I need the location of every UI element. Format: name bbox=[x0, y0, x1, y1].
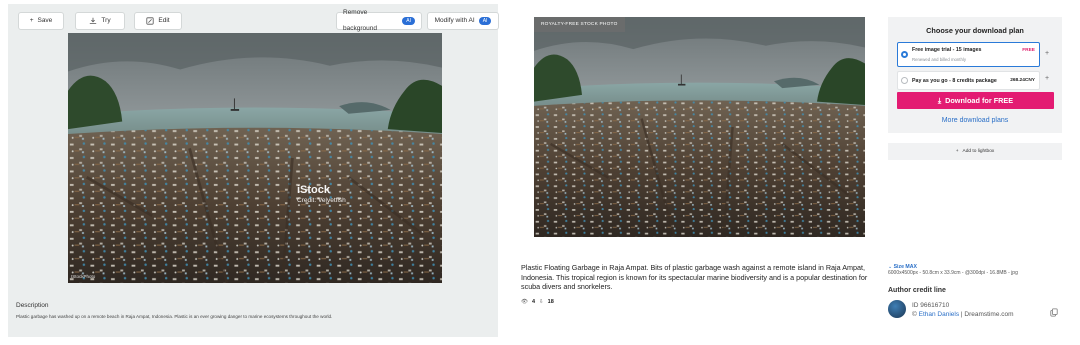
download-plan-box: Choose your download plan Free image tri… bbox=[888, 17, 1062, 133]
plus-icon: + bbox=[955, 149, 959, 154]
photo-image bbox=[534, 17, 865, 237]
plan-option-free-trial[interactable]: Free image trial - 15 images Renewed and… bbox=[897, 42, 1040, 67]
watermark-brand: iStock bbox=[297, 184, 331, 196]
try-button[interactable]: Try bbox=[75, 12, 125, 30]
ai-badge: AI bbox=[402, 17, 415, 25]
image-toolbar: + Save Try Edit Remove background AI Mod… bbox=[18, 9, 499, 32]
download-icon bbox=[90, 17, 97, 24]
expand-plus-icon[interactable]: + bbox=[1045, 50, 1049, 57]
plus-icon: + bbox=[29, 17, 34, 24]
avatar[interactable] bbox=[888, 300, 906, 318]
free-trial-price: FREE bbox=[1022, 48, 1035, 53]
free-trial-subtitle: Renewed and billed monthly bbox=[912, 57, 966, 62]
dreamstime-photo[interactable]: ROYALTY-FREE STOCK PHOTO bbox=[534, 17, 865, 237]
views-icon: 👁 bbox=[521, 299, 528, 305]
download-count-icon: ⇩ bbox=[539, 299, 544, 305]
size-selector[interactable]: ⌄ Size MAX 6000x4500px - 50.8cm x 33.9cm… bbox=[888, 264, 1018, 276]
views-count: 4 bbox=[531, 299, 536, 305]
modify-with-ai-label: Modify with AI bbox=[434, 17, 475, 24]
photo-image bbox=[68, 33, 442, 283]
watermark-small: IStockPhoto bbox=[71, 274, 96, 279]
istock-photo[interactable]: iStock Credit: Velvetfish IStockPhoto bbox=[68, 33, 442, 283]
download-icon: ⤓ bbox=[937, 95, 942, 105]
description-title: Description bbox=[16, 302, 49, 309]
download-button-label: Download for FREE bbox=[945, 96, 1014, 105]
author-name-link[interactable]: Ethan Daniels bbox=[919, 311, 959, 318]
edit-button[interactable]: Edit bbox=[134, 12, 182, 30]
download-plan-title: Choose your download plan bbox=[926, 26, 1024, 35]
save-button[interactable]: + Save bbox=[18, 12, 64, 30]
edit-icon bbox=[146, 17, 154, 25]
remove-background-button[interactable]: Remove background AI bbox=[336, 9, 422, 32]
add-to-lightbox-button[interactable]: + Add to lightbox bbox=[888, 143, 1062, 160]
author-credit: ID 96616710 © Ethan Daniels | Dreamstime… bbox=[912, 302, 1014, 318]
downloads-count: 18 bbox=[547, 299, 554, 305]
modify-with-ai-button[interactable]: Modify with AI AI bbox=[427, 12, 499, 30]
edit-label: Edit bbox=[158, 17, 170, 24]
image-caption: Plastic Floating Garbage in Raja Ampat. … bbox=[521, 263, 868, 292]
ai-badge: AI bbox=[478, 17, 492, 25]
pay-as-you-go-price: 268.24CNY bbox=[1010, 78, 1035, 83]
pay-as-you-go-title: Pay as you go - 8 credits package bbox=[912, 78, 997, 84]
copy-icon[interactable] bbox=[1050, 308, 1058, 317]
plan-option-pay-as-you-go[interactable]: Pay as you go - 8 credits package 268.24… bbox=[897, 71, 1040, 90]
watermark-credit: Credit: Velvetfish bbox=[297, 197, 346, 204]
description-text: Plastic garbage has washed up on a remot… bbox=[16, 314, 333, 319]
expand-plus-icon[interactable]: + bbox=[1045, 75, 1049, 82]
radio-pay-as-you-go[interactable] bbox=[901, 77, 908, 84]
lightbox-label: Add to lightbox bbox=[962, 149, 995, 154]
download-for-free-button[interactable]: ⤓ Download for FREE bbox=[897, 92, 1054, 109]
author-credit-heading: Author credit line bbox=[888, 287, 946, 294]
try-label: Try bbox=[101, 17, 111, 24]
author-id: ID 96616710 bbox=[912, 302, 950, 309]
image-stats: 👁 4 ⇩ 18 bbox=[521, 299, 554, 305]
author-source: | Dreamstime.com bbox=[960, 310, 1014, 318]
save-label: Save bbox=[37, 17, 53, 24]
free-trial-title: Free image trial - 15 images bbox=[912, 47, 982, 53]
royalty-free-badge: ROYALTY-FREE STOCK PHOTO bbox=[534, 17, 625, 32]
size-details: 6000x4500px - 50.8cm x 33.9cm - @300dpi … bbox=[888, 270, 1018, 276]
istock-panel: + Save Try Edit Remove background AI Mod… bbox=[8, 4, 499, 337]
more-download-plans-link[interactable]: More download plans bbox=[888, 117, 1062, 124]
radio-free-trial[interactable] bbox=[901, 51, 908, 58]
watermark: iStock Credit: Velvetfish bbox=[297, 184, 346, 204]
